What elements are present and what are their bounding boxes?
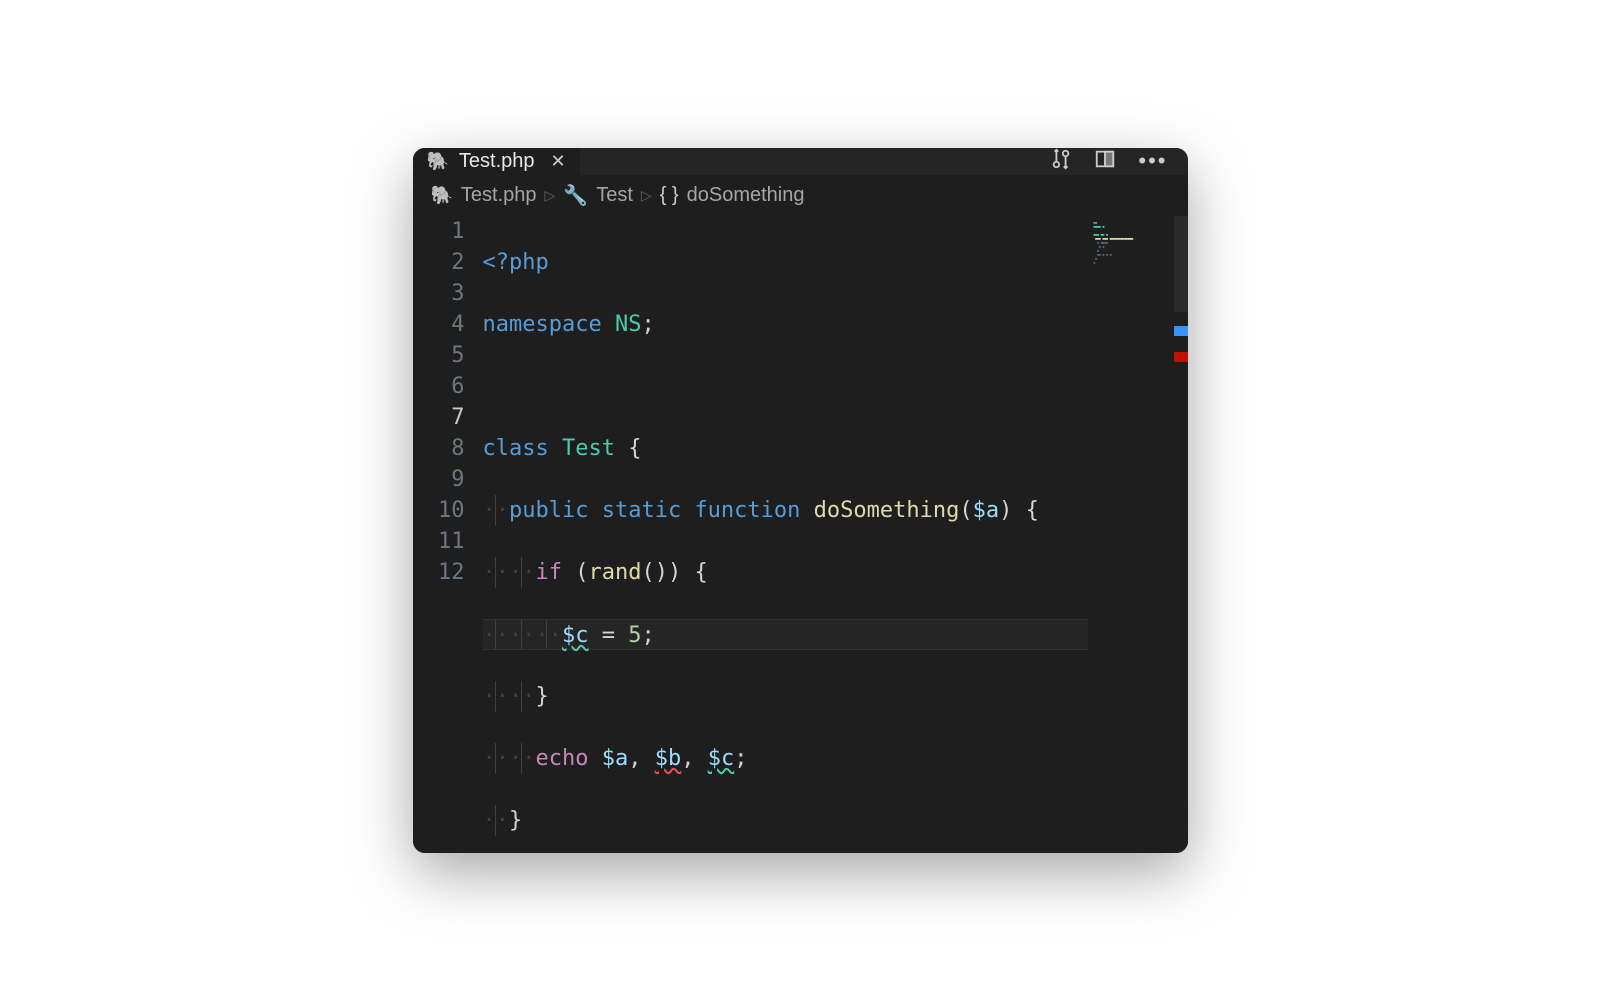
tab-active[interactable]: 🐘 Test.php ✕ — [413, 148, 580, 175]
wrench-icon: 🔧 — [563, 183, 588, 208]
code-editor[interactable]: 1 2 3 4 5 6 7 8 9 10 11 12 <?php namespa… — [413, 214, 1188, 853]
breadcrumb[interactable]: 🐘 Test.php ▷ 🔧 Test ▷ { } doSomething — [413, 175, 1188, 214]
php-icon: 🐘 — [427, 151, 449, 172]
tab-close-icon[interactable]: ✕ — [551, 151, 566, 172]
overview-ruler[interactable] — [1174, 216, 1188, 312]
breadcrumb-file[interactable]: Test.php — [461, 184, 537, 207]
minimap[interactable]: ▄▄ ▄▄▄▄ ▄ ▄▄▄ ▄▄ ▄ ▄▄▄ ▄▄▄ ▄▄▄▄▄▄▄▄▄▄▄▄▄… — [1088, 216, 1188, 853]
more-actions-icon[interactable]: ••• — [1138, 148, 1167, 175]
breadcrumb-method[interactable]: doSomething — [687, 184, 805, 207]
code-content[interactable]: <?php namespace NS; class Test { ··publi… — [483, 214, 1188, 853]
error-marker[interactable] — [1174, 352, 1188, 362]
breadcrumb-class[interactable]: Test — [596, 184, 633, 207]
split-editor-icon[interactable] — [1094, 148, 1116, 175]
info-marker[interactable] — [1174, 326, 1188, 336]
tab-bar: 🐘 Test.php ✕ ••• — [413, 148, 1188, 175]
tab-filename: Test.php — [459, 150, 535, 173]
method-icon: { } — [660, 184, 679, 207]
chevron-right-icon: ▷ — [641, 187, 652, 204]
editor-window: 🐘 Test.php ✕ ••• 🐘 Test.php ▷ 🔧 Test ▷ {… — [413, 148, 1188, 853]
compare-changes-icon[interactable] — [1050, 148, 1072, 175]
chevron-right-icon: ▷ — [545, 187, 556, 204]
editor-actions: ••• — [1050, 148, 1187, 175]
php-icon: 🐘 — [431, 185, 453, 206]
line-gutter: 1 2 3 4 5 6 7 8 9 10 11 12 — [413, 214, 483, 853]
